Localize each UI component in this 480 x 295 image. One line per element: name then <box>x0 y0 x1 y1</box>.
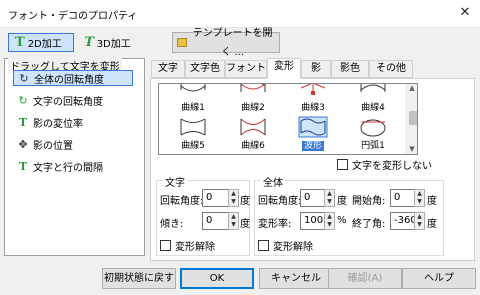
text-slant-unit: 度 <box>240 219 250 230</box>
text-release-checkbox[interactable]: 変形解除 <box>160 238 215 253</box>
help-button[interactable]: ヘルプ <box>402 268 476 289</box>
text-rotation-spinner[interactable]: ▲ ▼ <box>228 189 239 207</box>
whole-release-box[interactable] <box>258 240 269 251</box>
2d-text-icon: T <box>15 35 25 50</box>
whole-release-checkbox[interactable]: 変形解除 <box>258 238 313 253</box>
gallery-item-label: 曲線6 <box>241 141 265 151</box>
rotate-icon: ↻ <box>19 71 29 85</box>
gallery-item-label: 曲線4 <box>361 103 385 113</box>
drag-item-shadow-position[interactable]: ✥ 影の位置 <box>13 136 133 152</box>
char-rotate-icon: ↻ <box>18 93 28 107</box>
tab-deform[interactable]: 変形 <box>267 58 301 79</box>
drag-item-label: 全体の回転角度 <box>34 74 104 86</box>
text-release-label: 変形解除 <box>175 242 215 253</box>
open-template-label: テンプレートを開く ... <box>192 27 273 58</box>
gallery-item-label: 曲線5 <box>181 141 205 151</box>
no-deform-label: 文字を変形しない <box>352 161 432 172</box>
tab-shadow[interactable]: 影 <box>301 60 331 78</box>
deform-ratio-spinner[interactable]: ▲ ▼ <box>324 212 335 230</box>
end-angle-unit: 度 <box>427 219 437 230</box>
text-rotation-unit: 度 <box>240 196 250 207</box>
deform-ratio-label: 変形率: <box>258 219 292 230</box>
arc1-icon <box>360 119 386 137</box>
end-angle-spinner[interactable]: ▲ ▼ <box>414 212 425 230</box>
ok-button[interactable]: OK <box>180 268 254 289</box>
drag-item-label: 文字と行の間隔 <box>33 162 103 174</box>
confirm-button[interactable]: 確認(A) <box>328 268 402 289</box>
start-angle-spinner[interactable]: ▲ ▼ <box>414 189 425 207</box>
drag-item-label: 影の変位率 <box>33 118 83 130</box>
text-rotation-input[interactable]: 0 <box>202 189 229 207</box>
tab-other[interactable]: その他 <box>369 60 413 78</box>
mode-3d-button[interactable]: T 3D加工 <box>78 33 138 52</box>
drag-item-shadow-ratio[interactable]: T 影の変位率 <box>13 114 133 130</box>
gallery-item-wave[interactable]: 波形 <box>283 116 343 151</box>
whole-rotation-unit: 度 <box>337 196 347 207</box>
gallery-item-label: 円弧1 <box>361 141 385 151</box>
shadow-ratio-icon: T <box>18 115 28 129</box>
text-rotation-label: 回転角度: <box>160 196 204 207</box>
spacing-icon: T <box>18 159 28 173</box>
gallery-scroll-thumb[interactable] <box>409 111 417 125</box>
gallery-item-label: 曲線2 <box>241 103 265 113</box>
drag-item-label: 影の位置 <box>33 140 73 152</box>
whole-rotation-spinner[interactable]: ▲ ▼ <box>324 189 335 207</box>
gallery-item-curve5[interactable]: 曲線5 <box>163 116 223 151</box>
whole-rotation-input[interactable]: 0 <box>300 189 325 207</box>
gallery-item-curve3[interactable]: 曲線3 <box>283 84 343 114</box>
reset-button[interactable]: 初期状態に戻す <box>102 268 176 289</box>
wave-icon <box>298 116 328 138</box>
gallery-item-label: 波形 <box>301 141 324 151</box>
no-deform-checkbox[interactable]: 文字を変形しない <box>337 157 432 172</box>
open-template-button[interactable]: テンプレートを開く ... <box>172 28 280 58</box>
deform-ratio-unit: % <box>337 215 347 226</box>
close-icon[interactable]: ✕ <box>450 0 480 28</box>
deform-ratio-input[interactable]: 100 <box>300 212 325 230</box>
end-angle-input[interactable]: -360 <box>390 212 417 230</box>
drag-item-spacing[interactable]: T 文字と行の間隔 <box>13 158 133 174</box>
tab-shadow-color[interactable]: 影色 <box>331 60 369 78</box>
tab-font[interactable]: フォント <box>225 60 267 78</box>
folder-icon <box>177 38 188 47</box>
text-release-box[interactable] <box>160 240 171 251</box>
deform-drag-panel: ドラッグして文字を変形 ↻ 全体の回転角度 ↻ 文字の回転角度 T 影の変位率 … <box>4 58 145 256</box>
gallery-item-label: 曲線3 <box>301 103 325 113</box>
window-title: フォント・デコのプロパティ <box>8 11 138 22</box>
drag-item-label: 文字の回転角度 <box>33 96 103 108</box>
scroll-up-icon[interactable]: ▲ <box>407 84 417 92</box>
shadow-position-icon: ✥ <box>18 137 28 151</box>
whole-release-label: 変形解除 <box>273 242 313 253</box>
tab-text-color[interactable]: 文字色 <box>185 60 225 78</box>
start-angle-unit: 度 <box>427 196 437 207</box>
gallery-item-curve1[interactable]: 曲線1 <box>163 84 223 114</box>
start-angle-label: 開始角: <box>352 196 386 207</box>
gallery-item-curve2[interactable]: 曲線2 <box>223 84 283 114</box>
deform-gallery: 曲線1 曲線2 曲線3 曲線4 曲線5 曲線6 波形 円弧1 <box>158 83 418 155</box>
text-slant-spinner[interactable]: ▲ ▼ <box>228 212 239 230</box>
gallery-item-curve6[interactable]: 曲線6 <box>223 116 283 151</box>
mode-2d-button[interactable]: T 2D加工 <box>8 33 74 52</box>
text-slant-input[interactable]: 0 <box>202 212 229 230</box>
drag-item-char-rotation[interactable]: ↻ 文字の回転角度 <box>13 92 133 108</box>
whole-rotation-label: 回転角度: <box>258 196 302 207</box>
gallery-item-label: 曲線1 <box>181 103 205 113</box>
mode-3d-label: 3D加工 <box>96 39 131 50</box>
text-group-title: 文字 <box>163 174 187 189</box>
whole-group-title: 全体 <box>261 174 285 189</box>
text-slant-label: 傾き: <box>160 219 184 230</box>
no-deform-box[interactable] <box>337 159 348 170</box>
start-angle-input[interactable]: 0 <box>390 189 415 207</box>
scroll-down-icon[interactable]: ▼ <box>407 145 417 153</box>
gallery-item-curve4[interactable]: 曲線4 <box>343 84 403 114</box>
curve6-icon <box>240 118 266 136</box>
mode-2d-label: 2D加工 <box>27 39 62 50</box>
curve5-icon <box>180 118 206 136</box>
tab-text[interactable]: 文字 <box>151 60 185 78</box>
gallery-item-arc1[interactable]: 円弧1 <box>343 116 403 151</box>
drag-item-whole-rotation[interactable]: ↻ 全体の回転角度 <box>13 70 133 86</box>
end-angle-label: 終了角: <box>352 219 386 230</box>
cancel-button[interactable]: キャンセル <box>259 268 333 289</box>
3d-text-icon: T <box>82 35 96 50</box>
